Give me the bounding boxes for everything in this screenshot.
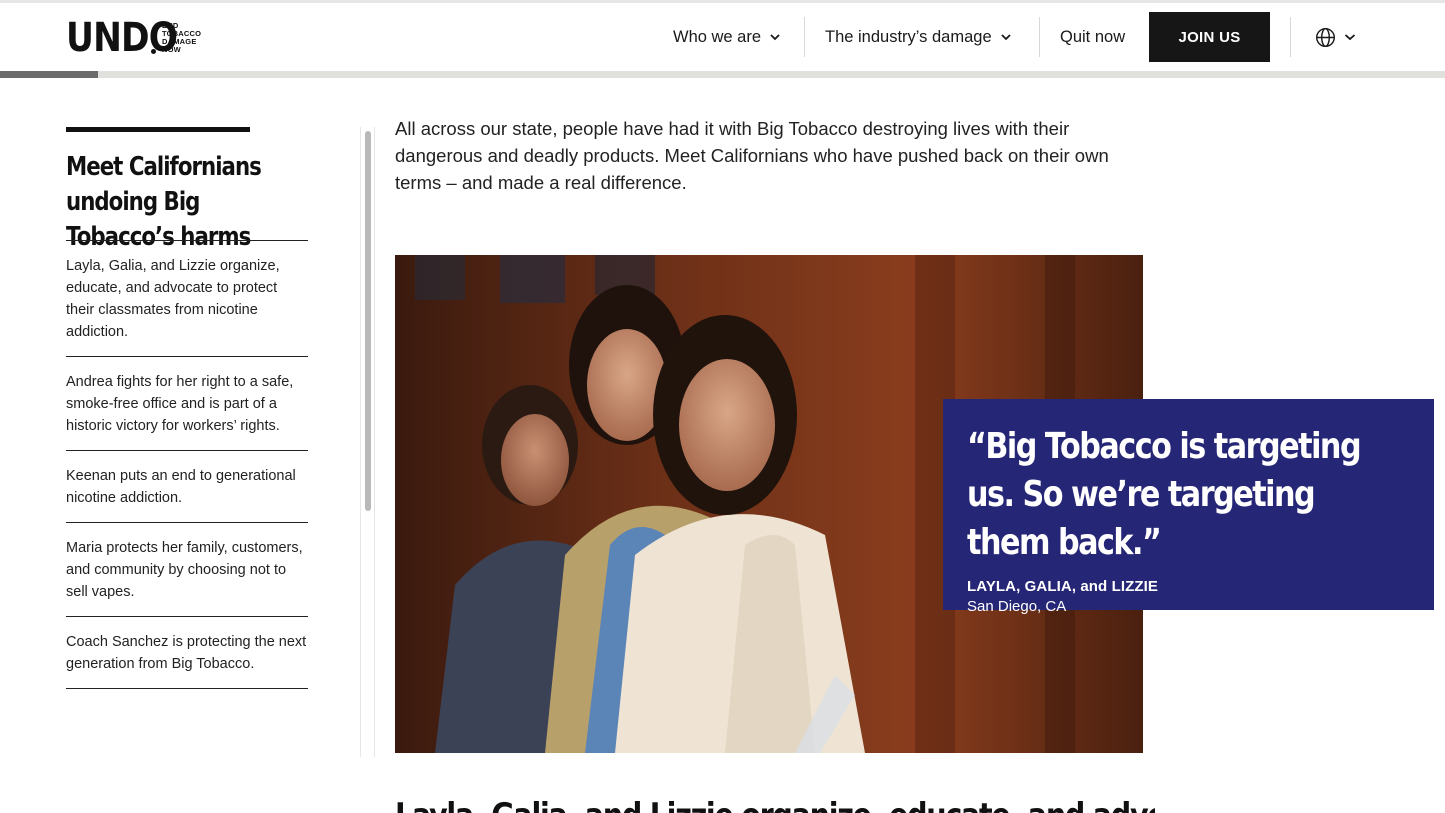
sidebar-item-layla[interactable]: Layla, Galia, and Lizzie organize, educa… — [66, 240, 308, 356]
quote-attribution-name: LAYLA, GALIA, and LIZZIE — [967, 578, 1159, 595]
nav-divider — [1039, 17, 1040, 57]
site-header: UNDO END TOBACCO DAMAGE NOW Who we are T… — [0, 3, 1445, 71]
sidebar-item-keenan[interactable]: Keenan puts an end to generational nicot… — [66, 450, 308, 522]
section-heading: Layla, Galia, and Lizzie organize, educa… — [395, 796, 1155, 813]
chevron-down-icon — [1000, 34, 1011, 41]
quote-attribution-location: San Diego, CA — [967, 598, 1067, 615]
nav-industry-damage[interactable]: The industry’s damage — [825, 3, 1011, 71]
logo-tagline: END TOBACCO DAMAGE NOW — [162, 21, 202, 54]
language-selector[interactable] — [1315, 25, 1356, 49]
section-heading-text: Layla, Galia, and Lizzie organize, educa… — [395, 796, 1155, 813]
globe-icon — [1316, 27, 1335, 47]
nav-quit-now[interactable]: Quit now — [1060, 3, 1125, 71]
logo-wordmark: UNDO — [66, 15, 178, 61]
sidebar-item-coach-sanchez[interactable]: Coach Sanchez is protecting the next gen… — [66, 616, 308, 688]
logo[interactable]: UNDO END TOBACCO DAMAGE NOW — [66, 15, 201, 61]
sidebar-item-andrea[interactable]: Andrea fights for her right to a safe, s… — [66, 356, 308, 450]
stories-sidebar: Meet Californians undoing Big Tobacco’s … — [66, 127, 308, 689]
chevron-down-icon — [1344, 34, 1356, 41]
sidebar-divider — [66, 688, 308, 689]
sidebar-scrollbar-thumb[interactable] — [365, 131, 371, 511]
nav-quit-now-label: Quit now — [1060, 27, 1126, 46]
quote-text: “Big Tobacco is targeting us. So we’re t… — [967, 426, 1362, 563]
nav-who-we-are-label: Who we are — [673, 27, 762, 46]
nav-industry-damage-label: The industry’s damage — [825, 27, 992, 46]
join-us-button[interactable]: JOIN US — [1149, 12, 1270, 62]
chevron-down-icon — [770, 34, 780, 41]
sidebar-scrollbar[interactable] — [360, 127, 375, 757]
reading-progress — [0, 71, 1445, 78]
sidebar-item-maria[interactable]: Maria protects her family, customers, an… — [66, 522, 308, 616]
quote-card: “Big Tobacco is targeting us. So we’re t… — [943, 399, 1434, 615]
nav-divider — [804, 17, 805, 57]
nav-divider — [1290, 17, 1291, 57]
sidebar-list: Layla, Galia, and Lizzie organize, educa… — [66, 240, 308, 689]
nav-who-we-are[interactable]: Who we are — [673, 3, 780, 71]
intro-paragraph: All across our state, people have had it… — [395, 118, 1109, 193]
reading-progress-fill — [0, 71, 99, 78]
sidebar-accent-bar — [66, 127, 250, 132]
logo-dot — [151, 49, 156, 54]
